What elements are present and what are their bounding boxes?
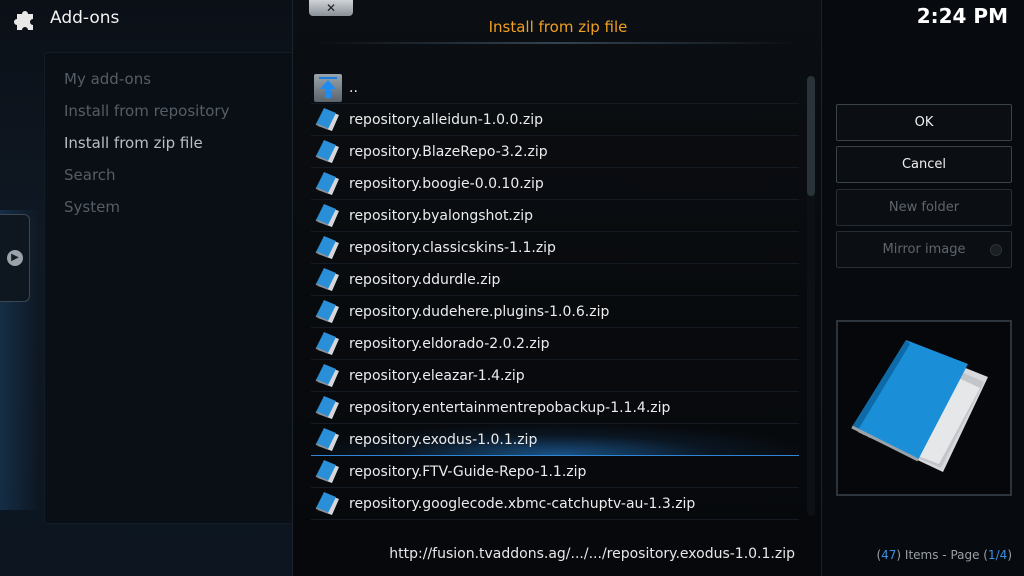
list-item-label: ..	[349, 79, 358, 96]
zip-file-icon	[314, 266, 342, 294]
app-header: Add-ons	[14, 4, 119, 32]
items-count: 47	[881, 548, 897, 562]
list-item-label: repository.eldorado-2.0.2.zip	[349, 335, 550, 352]
zip-file-icon	[314, 362, 342, 390]
list-item[interactable]: repository.dudehere.plugins-1.0.6.zip	[311, 296, 799, 328]
zip-file-icon	[314, 138, 342, 166]
list-item-label: repository.entertainmentrepobackup-1.1.4…	[349, 399, 671, 416]
sidebar-item-install-from-repository[interactable]: Install from repository	[45, 95, 293, 127]
scrollbar-thumb[interactable]	[807, 76, 815, 196]
list-item[interactable]: repository.eldorado-2.0.2.zip	[311, 328, 799, 360]
list-item-label: repository.dudehere.plugins-1.0.6.zip	[349, 303, 610, 320]
sidebar-item-search[interactable]: Search	[45, 159, 293, 191]
radio-indicator-icon	[990, 244, 1002, 256]
list-item-label: repository.exodus-1.0.1.zip	[349, 431, 538, 448]
list-item-label: repository.BlazeRepo-3.2.zip	[349, 143, 548, 160]
list-item-parent-folder[interactable]: ..	[311, 72, 799, 104]
sidebar-item-system[interactable]: System	[45, 191, 293, 223]
list-item[interactable]: repository.googlecode.xbmc-catchuptv-au-…	[311, 488, 799, 520]
zip-file-icon	[314, 202, 342, 230]
list-item[interactable]: repository.exodus-1.0.1.zip	[311, 424, 799, 456]
cancel-button[interactable]: Cancel	[836, 146, 1012, 183]
sidebar-item-my-addons[interactable]: My add-ons	[45, 63, 293, 95]
items-count-label: (47) Items - Page (1/4)	[876, 548, 1012, 562]
clock: 2:24 PM	[916, 4, 1008, 28]
new-folder-button[interactable]: New folder	[836, 189, 1012, 226]
list-item[interactable]: repository.boogie-0.0.10.zip	[311, 168, 799, 200]
list-item[interactable]: repository.alleidun-1.0.0.zip	[311, 104, 799, 136]
list-item[interactable]: repository.eleazar-1.4.zip	[311, 360, 799, 392]
list-item[interactable]: repository.FTV-Guide-Repo-1.1.zip	[311, 456, 799, 488]
list-item[interactable]: repository.classicskins-1.1.zip	[311, 232, 799, 264]
selected-path: http://fusion.tvaddons.ag/.../.../reposi…	[389, 546, 795, 562]
list-item-label: repository.FTV-Guide-Repo-1.1.zip	[349, 463, 587, 480]
zip-file-icon	[314, 330, 342, 358]
list-item-label: repository.googlecode.xbmc-catchuptv-au-…	[349, 495, 696, 512]
sidebar-item-install-from-zip[interactable]: Install from zip file	[45, 127, 293, 159]
list-item[interactable]: repository.ddurdle.zip	[311, 264, 799, 296]
zip-file-icon	[314, 106, 342, 134]
scrollbar[interactable]	[807, 76, 815, 516]
zip-file-icon	[314, 394, 342, 422]
side-slide-tab[interactable]: ▶	[0, 214, 30, 302]
parent-folder-icon	[314, 73, 342, 102]
file-list: .. repository.alleidun-1.0.0.zip reposito…	[311, 72, 799, 520]
page-title: Add-ons	[50, 8, 120, 28]
list-item-label: repository.eleazar-1.4.zip	[349, 367, 525, 384]
chevron-right-icon: ▶	[7, 250, 23, 266]
zip-file-icon	[314, 298, 342, 326]
list-item[interactable]: repository.byalongshot.zip	[311, 200, 799, 232]
ok-button[interactable]: OK	[836, 104, 1012, 141]
close-button[interactable]: ✕	[309, 0, 353, 16]
zip-file-icon	[314, 458, 342, 486]
right-panel: 2:24 PM OK Cancel New folder Mirror imag…	[822, 0, 1024, 576]
zip-file-large-icon	[851, 340, 988, 472]
dialog-title: Install from zip file	[488, 18, 628, 36]
zip-file-icon	[314, 426, 342, 454]
zip-file-icon	[314, 490, 342, 518]
list-item-label: repository.classicskins-1.1.zip	[349, 239, 556, 256]
puzzle-icon	[14, 11, 33, 30]
list-item-label: repository.byalongshot.zip	[349, 207, 534, 224]
list-item-label: repository.boogie-0.0.10.zip	[349, 175, 544, 192]
list-item-label: repository.alleidun-1.0.0.zip	[349, 111, 543, 128]
zip-file-icon	[314, 234, 342, 262]
zip-file-icon	[314, 170, 342, 198]
mirror-image-toggle[interactable]: Mirror image	[836, 231, 1012, 268]
sidebar-menu: My add-ons Install from repository Insta…	[44, 52, 294, 524]
list-item[interactable]: repository.entertainmentrepobackup-1.1.4…	[311, 392, 799, 424]
list-item-label: repository.ddurdle.zip	[349, 271, 501, 288]
thumbnail-preview	[836, 320, 1012, 496]
page-indicator: 1/4	[988, 548, 1008, 562]
mirror-image-label: Mirror image	[882, 242, 966, 257]
list-item[interactable]: repository.BlazeRepo-3.2.zip	[311, 136, 799, 168]
title-divider	[313, 42, 803, 44]
file-browser-dialog: ✕ Install from zip file .. repository.al…	[292, 0, 822, 576]
